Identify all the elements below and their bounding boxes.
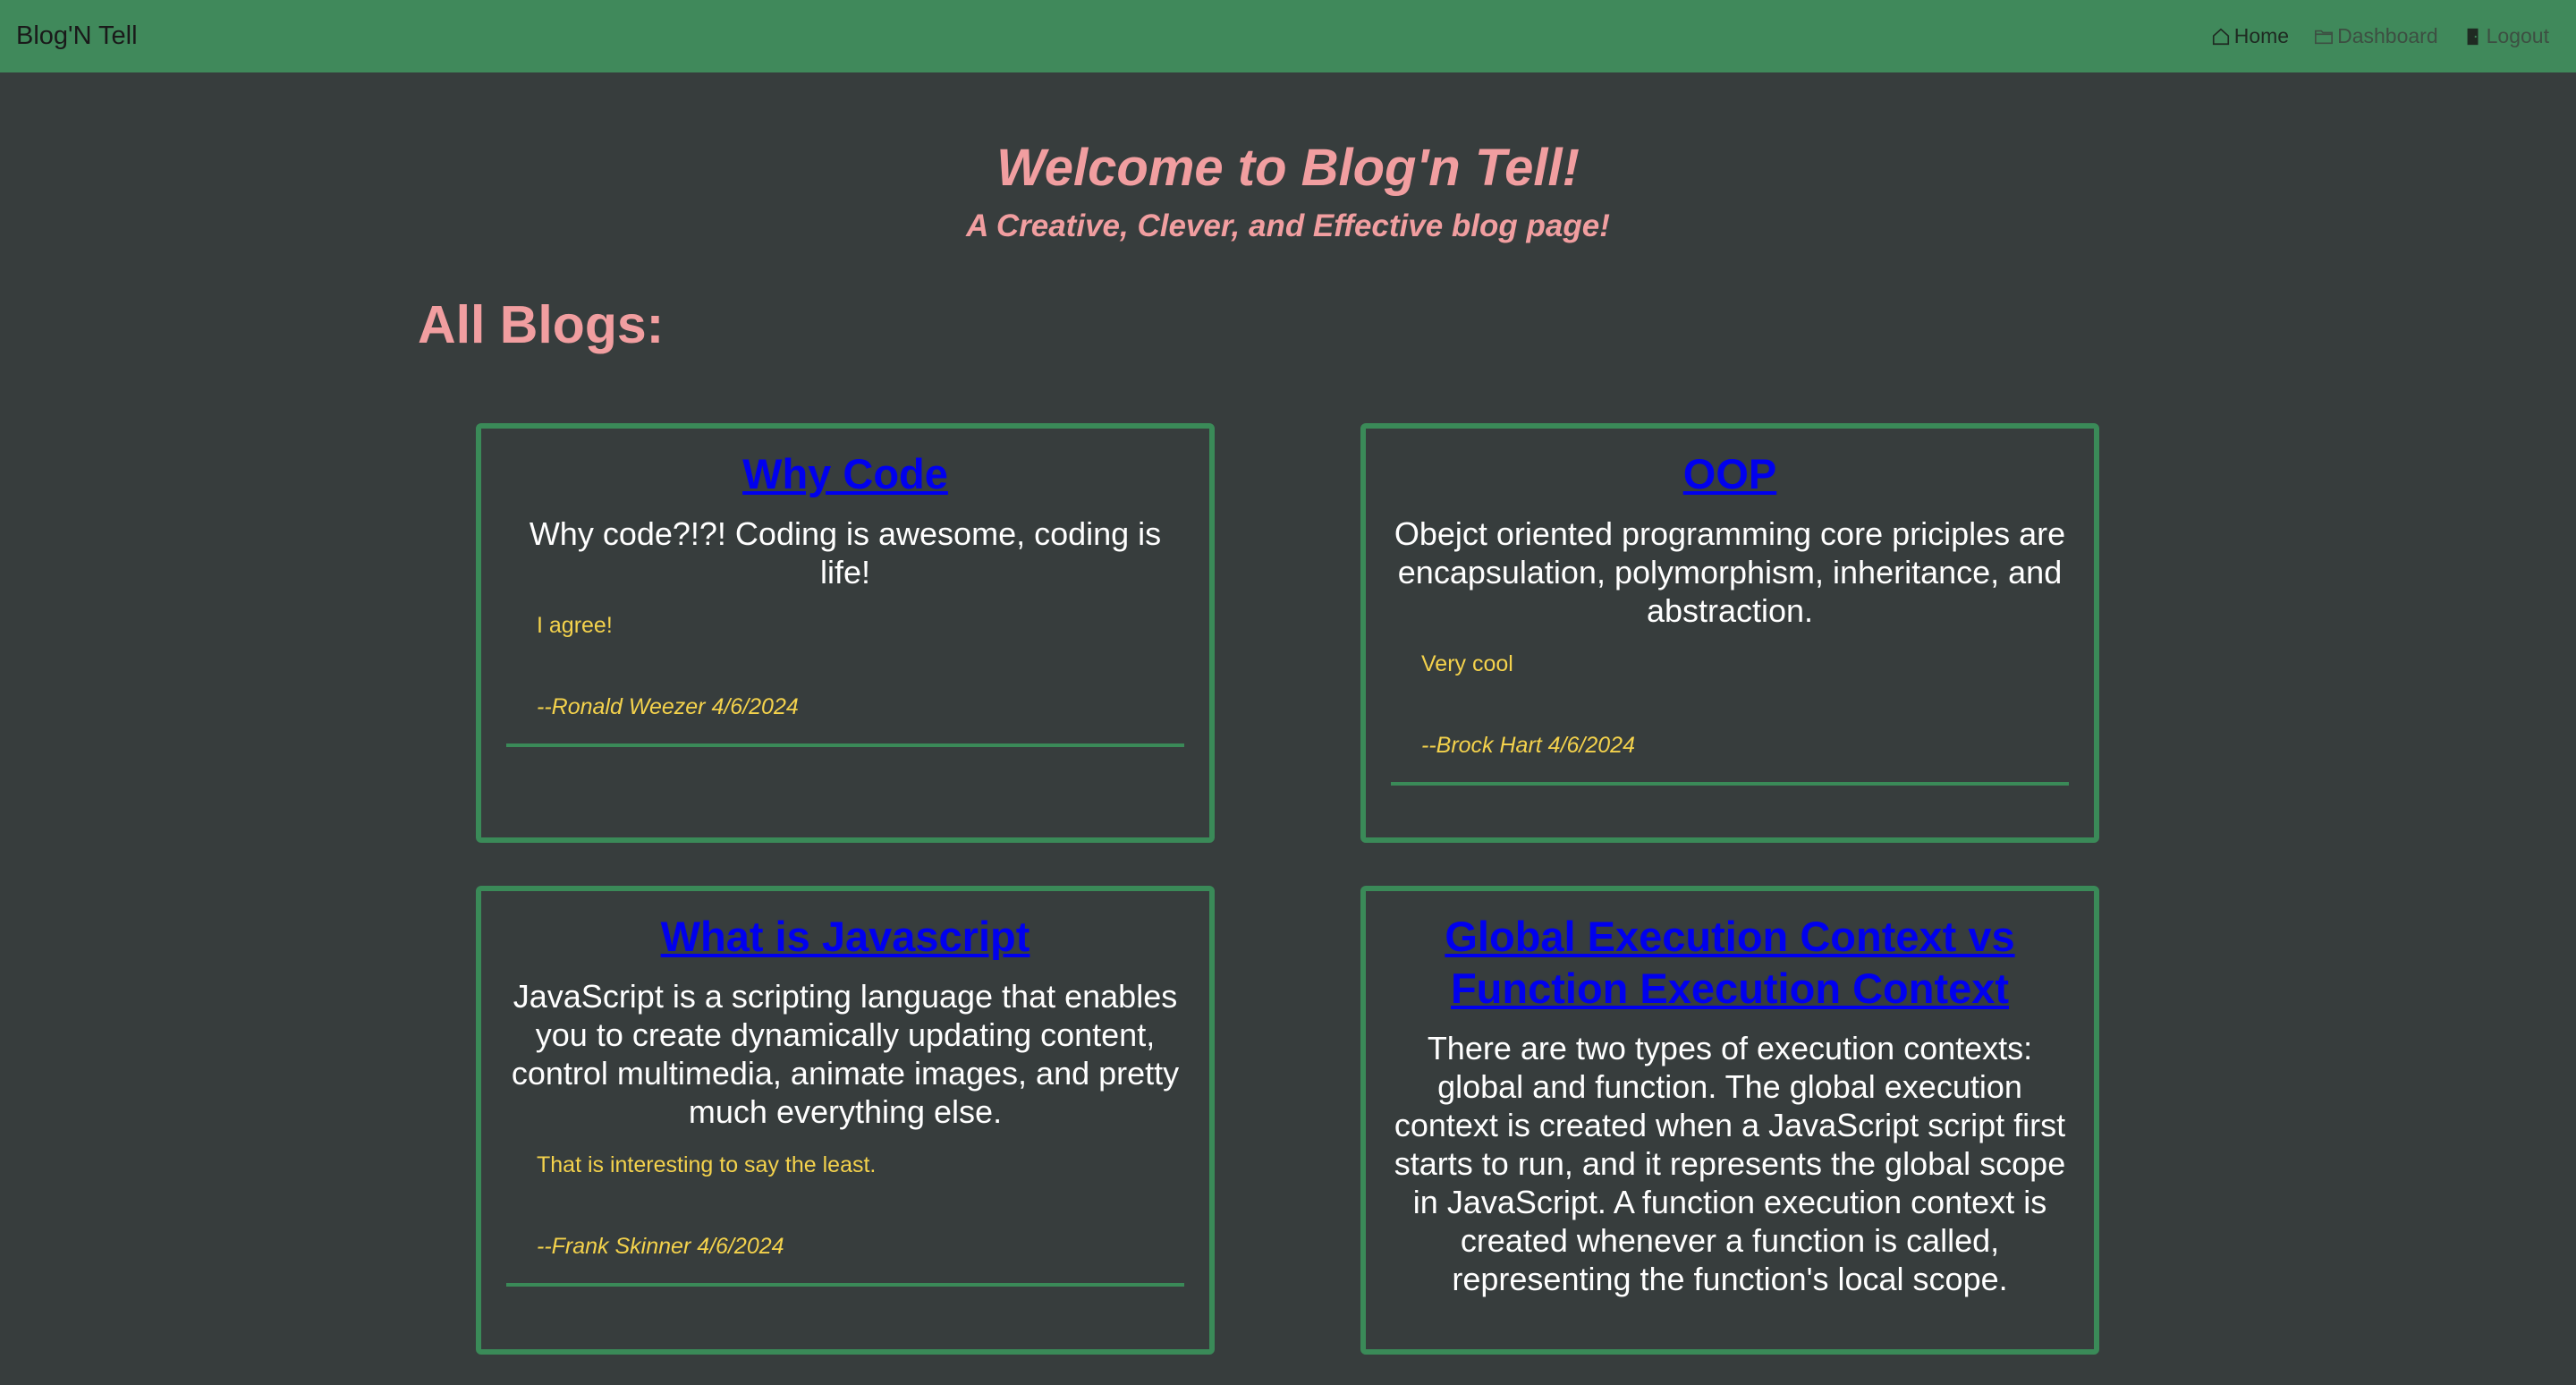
- comment-text: That is interesting to say the least.: [537, 1152, 877, 1177]
- comment-text: I agree!: [537, 613, 613, 638]
- hero: Welcome to Blog'n Tell! A Creative, Clev…: [0, 138, 2576, 244]
- comment-text: Very cool: [1421, 651, 1513, 676]
- blog-card: Global Execution Context vs Function Exe…: [1360, 886, 2099, 1355]
- blog-body: Obejct oriented programming core pricipl…: [1394, 515, 2066, 629]
- door-icon: [2467, 28, 2479, 45]
- blog-body: Why code?!?! Coding is awesome, coding i…: [529, 515, 1162, 591]
- comment-divider: [506, 743, 1184, 747]
- blog-title-link[interactable]: Global Execution Context vs Function Exe…: [1391, 911, 2069, 1015]
- home-icon: [2212, 28, 2229, 45]
- comment-author: --Frank Skinner 4/6/2024: [537, 1234, 784, 1259]
- comment-author: --Ronald Weezer 4/6/2024: [537, 694, 799, 719]
- blog-title-link[interactable]: Why Code: [506, 448, 1184, 500]
- hero-title: Welcome to Blog'n Tell!: [996, 139, 1580, 197]
- nav-logout-label: Logout: [2486, 24, 2549, 47]
- blog-card: What is Javascript JavaScript is a scrip…: [476, 886, 1215, 1355]
- nav-dashboard-link[interactable]: Dashboard: [2314, 24, 2438, 48]
- nav-home-label: Home: [2233, 24, 2290, 47]
- nav-links: Home Dashboard Logout: [2211, 24, 2549, 48]
- blog-body: There are two types of execution context…: [1394, 1030, 2066, 1297]
- navbar: Blog'N Tell Home Dashboard Logout: [0, 0, 2576, 72]
- blog-grid: Why Code Why code?!?! Coding is awesome,…: [476, 423, 2099, 1355]
- hero-subtitle: A Creative, Clever, and Effective blog p…: [966, 208, 1610, 243]
- section-title: All Blogs:: [418, 295, 665, 354]
- brand-logo-text[interactable]: Blog'N Tell: [16, 21, 138, 51]
- nav-logout-link[interactable]: Logout: [2463, 24, 2549, 48]
- blog-title-link[interactable]: OOP: [1391, 448, 2069, 500]
- comment-author: --Brock Hart 4/6/2024: [1421, 733, 1635, 758]
- blog-card: OOP Obejct oriented programming core pri…: [1360, 423, 2099, 843]
- nav-dashboard-label: Dashboard: [2337, 24, 2438, 47]
- nav-home-link[interactable]: Home: [2211, 24, 2289, 48]
- folder-icon: [2315, 30, 2334, 44]
- blog-title-link[interactable]: What is Javascript: [506, 911, 1184, 963]
- blog-card: Why Code Why code?!?! Coding is awesome,…: [476, 423, 1215, 843]
- comment-divider: [1391, 782, 2069, 786]
- comment-divider: [506, 1283, 1184, 1287]
- blog-body: JavaScript is a scripting language that …: [511, 978, 1180, 1130]
